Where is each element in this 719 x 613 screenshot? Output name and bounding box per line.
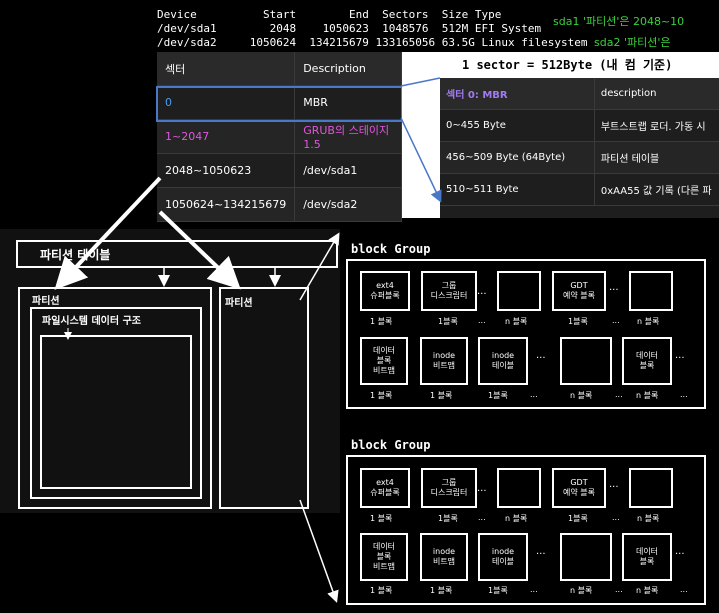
block-label: n 블록 — [570, 391, 593, 400]
block-label: 1 블록 — [370, 317, 393, 326]
data-block-1: 데이터 블록 — [622, 337, 672, 385]
group-descriptor-2: 그룹 디스크립터 — [421, 468, 477, 508]
data-block-2: 데이터 블록 — [622, 533, 672, 581]
block-label: 1블록 — [488, 391, 508, 400]
ellipsis: ... — [612, 316, 620, 325]
block-group-title-2: block Group — [351, 438, 431, 452]
inode-bitmap-2: inode 비트맵 — [420, 533, 468, 581]
inode-bitmap-1: inode 비트맵 — [420, 337, 468, 385]
gdt-reserved-1: GDT 예약 블록 — [552, 271, 606, 311]
n-block-1b — [629, 271, 673, 311]
ellipsis: ... — [612, 513, 620, 522]
group-descriptor-1: 그룹 디스크립터 — [421, 271, 477, 311]
ellipsis: ... — [609, 282, 619, 293]
ellipsis: ... — [675, 546, 685, 557]
block-label: 1 블록 — [370, 586, 393, 595]
ellipsis: ... — [478, 316, 486, 325]
block-label: n 블록 — [637, 317, 660, 326]
block-label: n 블록 — [505, 317, 528, 326]
ellipsis: ... — [477, 483, 487, 494]
ellipsis: ... — [675, 350, 685, 361]
block-label: 1블록 — [568, 514, 588, 523]
block-label: 1블록 — [438, 317, 458, 326]
data-block-bitmap-1: 데이터 블록 비트맵 — [360, 337, 408, 385]
ellipsis: ... — [680, 390, 688, 399]
block-label: 1 블록 — [370, 391, 393, 400]
ext4-superblock-1: ext4 슈퍼블록 — [360, 271, 410, 311]
n-block-2b — [629, 468, 673, 508]
ellipsis: ... — [609, 479, 619, 490]
ellipsis: ... — [536, 350, 546, 361]
ellipsis: ... — [478, 513, 486, 522]
ext4-superblock-2: ext4 슈퍼블록 — [360, 468, 410, 508]
n-block-2c — [560, 533, 612, 581]
block-label: n 블록 — [637, 514, 660, 523]
ellipsis: ... — [615, 390, 623, 399]
inode-table-2: inode 테이블 — [478, 533, 528, 581]
block-label: n 블록 — [636, 586, 659, 595]
block-label: 1블록 — [488, 586, 508, 595]
block-group-title-1: block Group — [351, 242, 431, 256]
block-label: 1 블록 — [370, 514, 393, 523]
gdt-reserved-2: GDT 예약 블록 — [552, 468, 606, 508]
block-label: n 블록 — [636, 391, 659, 400]
n-block-1a — [497, 271, 541, 311]
n-block-1c — [560, 337, 612, 385]
block-label: 1 블록 — [430, 586, 453, 595]
block-label: 1 블록 — [430, 391, 453, 400]
ellipsis: ... — [530, 585, 538, 594]
block-label: 1블록 — [568, 317, 588, 326]
ellipsis: ... — [536, 546, 546, 557]
block-label: n 블록 — [570, 586, 593, 595]
ellipsis: ... — [530, 390, 538, 399]
block-label: 1블록 — [438, 514, 458, 523]
n-block-2a — [497, 468, 541, 508]
data-block-bitmap-2: 데이터 블록 비트맵 — [360, 533, 408, 581]
ellipsis: ... — [680, 585, 688, 594]
ellipsis: ... — [615, 585, 623, 594]
inode-table-1: inode 테이블 — [478, 337, 528, 385]
ellipsis: ... — [477, 286, 487, 297]
block-label: n 블록 — [505, 514, 528, 523]
